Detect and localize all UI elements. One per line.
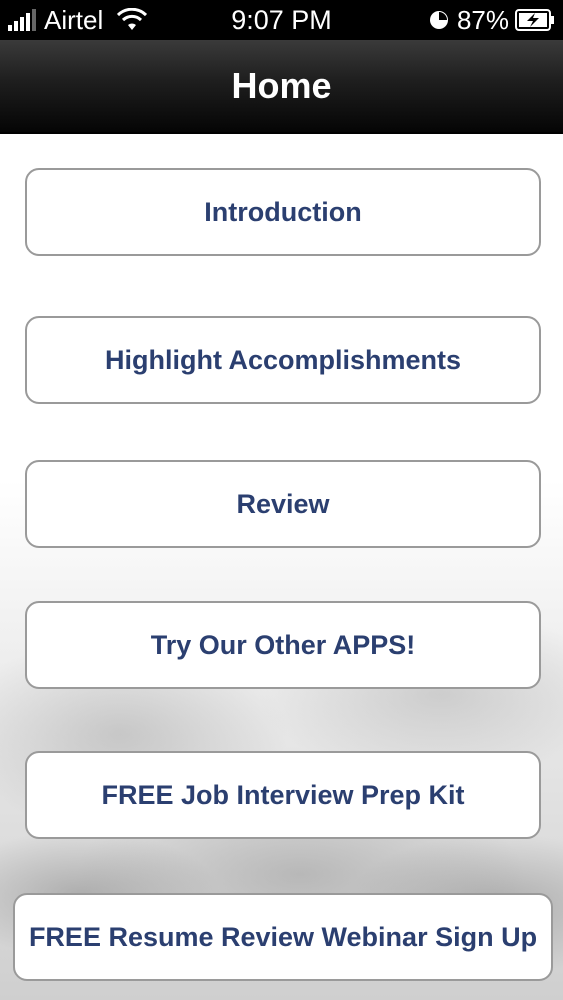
battery-charging-icon bbox=[515, 9, 554, 31]
review-button[interactable]: Review bbox=[25, 460, 541, 548]
navigation-bar: Home bbox=[0, 40, 563, 134]
content-background bbox=[0, 134, 563, 1000]
resume-review-webinar-button[interactable]: FREE Resume Review Webinar Sign Up bbox=[13, 893, 553, 981]
job-interview-prep-kit-button[interactable]: FREE Job Interview Prep Kit bbox=[25, 751, 541, 839]
page-title: Home bbox=[231, 65, 332, 106]
clock-icon bbox=[429, 11, 448, 29]
status-right: 87% bbox=[429, 0, 555, 40]
introduction-button[interactable]: Introduction bbox=[25, 168, 541, 256]
status-bar: Airtel 9:07 PM 87% bbox=[0, 0, 563, 40]
try-other-apps-button[interactable]: Try Our Other APPS! bbox=[25, 601, 541, 689]
battery-percent: 87% bbox=[456, 5, 509, 35]
highlight-accomplishments-button[interactable]: Highlight Accomplishments bbox=[25, 316, 541, 404]
